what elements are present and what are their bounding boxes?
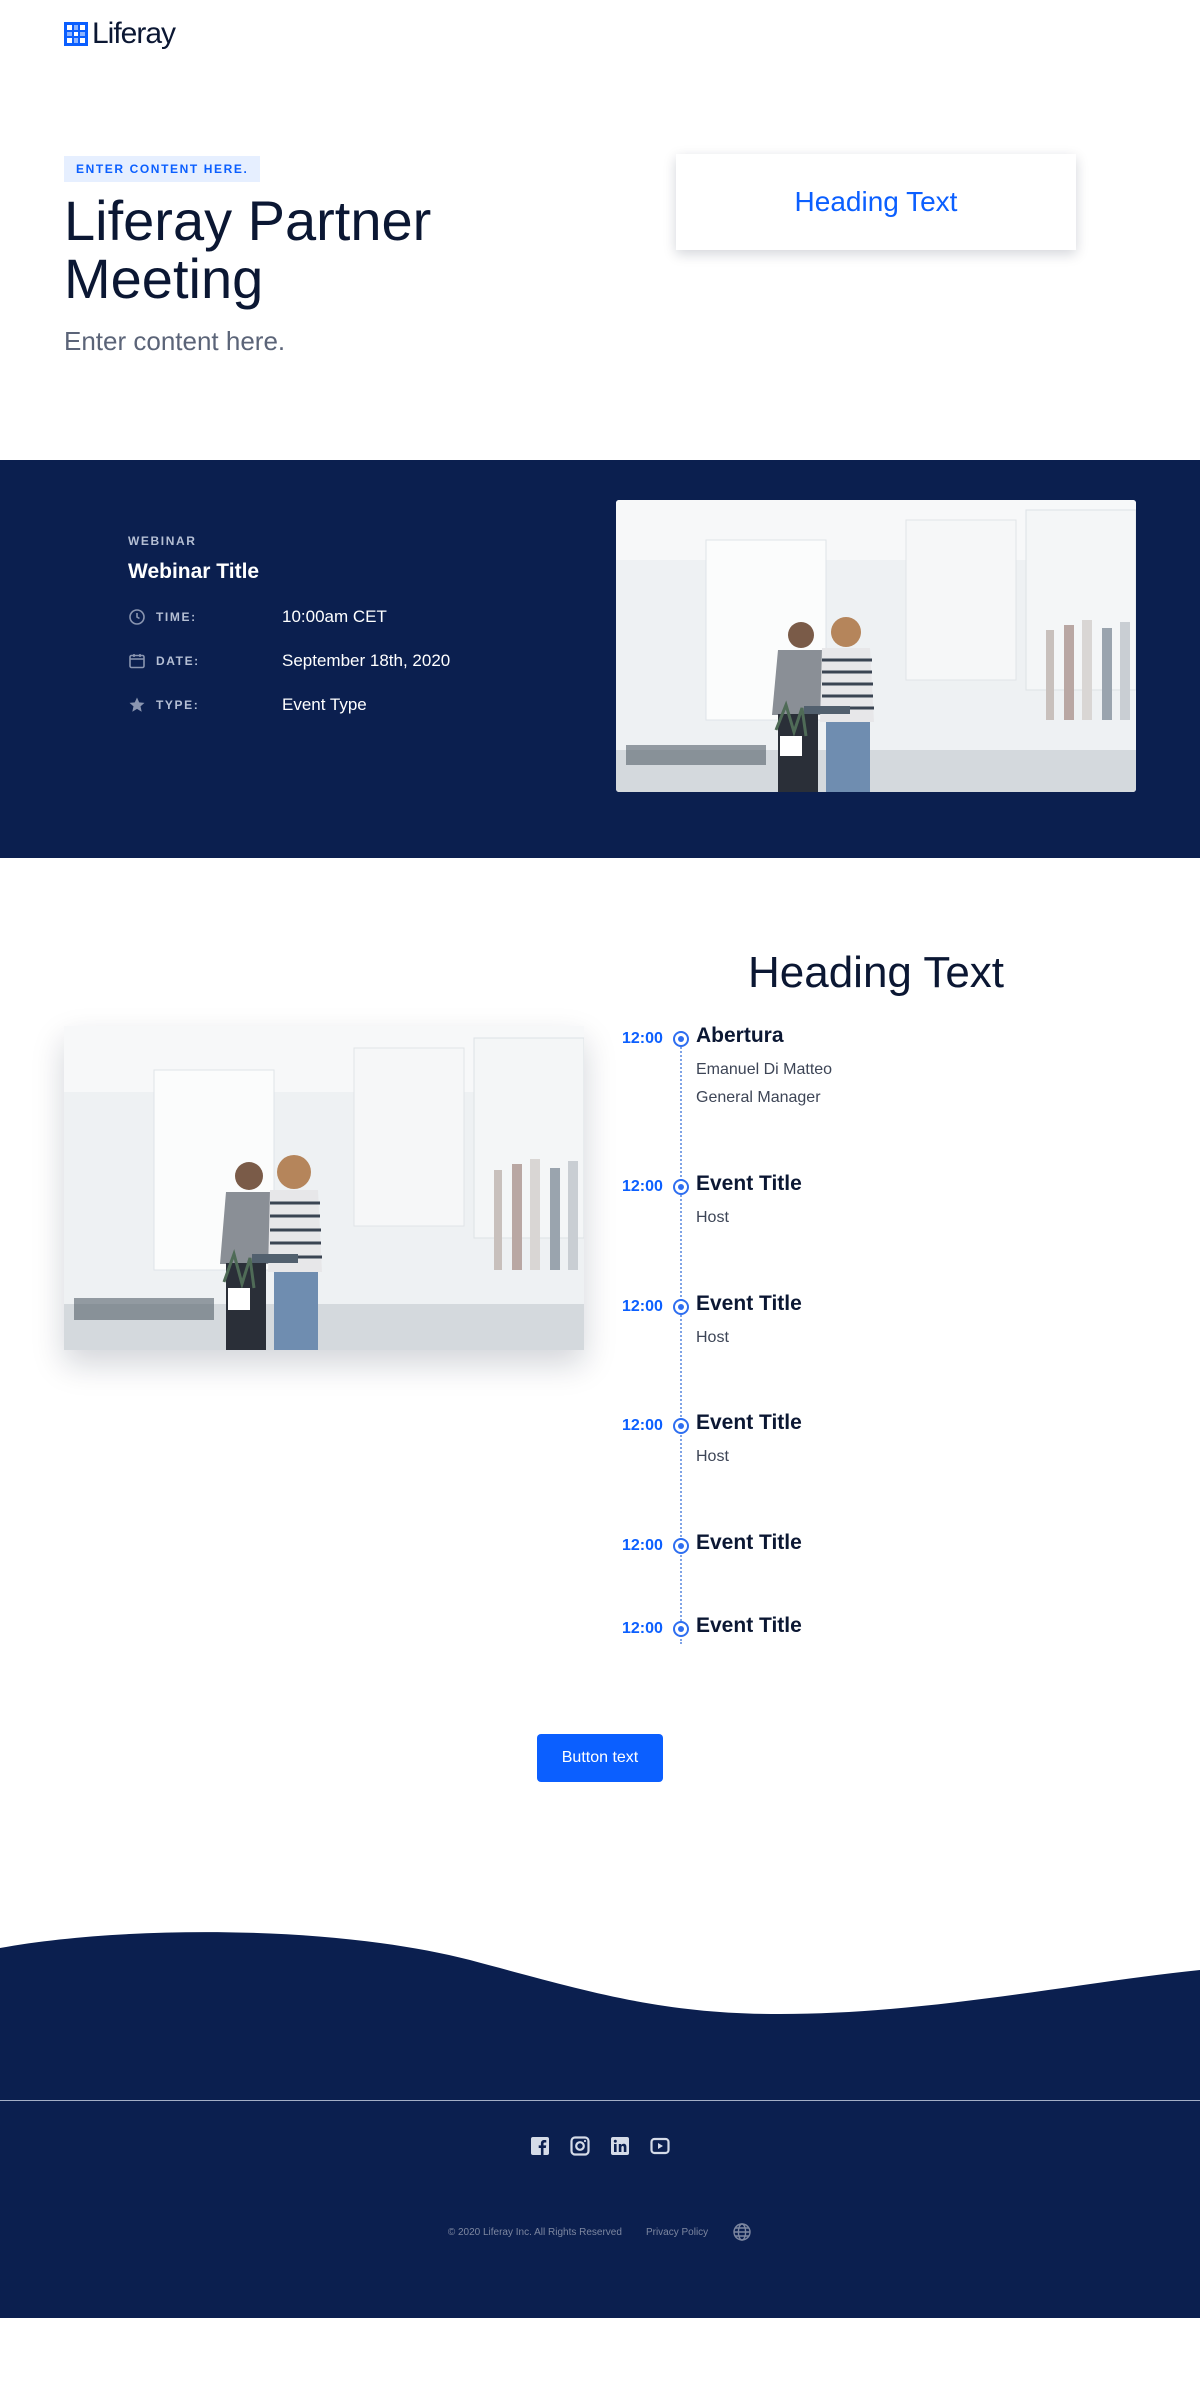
- webinar-time-row: TIME: 10:00am CET: [128, 606, 450, 628]
- agenda-title: Event Title: [696, 1411, 802, 1434]
- page-title: Liferay Partner Meeting: [64, 189, 432, 310]
- globe-icon[interactable]: [732, 2222, 752, 2242]
- webinar-date-row: DATE: September 18th, 2020: [128, 650, 450, 672]
- footer-legal: © 2020 Liferay Inc. All Rights Reserved …: [0, 2222, 1200, 2242]
- agenda-title: Event Title: [696, 1614, 802, 1637]
- hero-section: ENTER CONTENT HERE. Liferay Partner Meet…: [64, 156, 584, 357]
- site-footer: © 2020 Liferay Inc. All Rights Reserved …: [0, 2100, 1200, 2318]
- agenda-host: Host: [696, 1209, 729, 1226]
- time-label: TIME:: [156, 610, 197, 624]
- webinar-label: WEBINAR: [128, 534, 197, 548]
- timeline-dot-icon: [673, 1179, 689, 1195]
- webinar-type-row: TYPE: Event Type: [128, 694, 450, 716]
- instagram-icon[interactable]: [570, 2136, 590, 2156]
- agenda-time: 12:00: [622, 1030, 663, 1047]
- webinar-title: Webinar Title: [128, 560, 260, 583]
- footer-wave: [0, 1932, 1200, 2104]
- hero-eyebrow: ENTER CONTENT HERE.: [64, 156, 261, 182]
- agenda-title: Event Title: [696, 1172, 802, 1195]
- liferay-logo-icon[interactable]: [64, 22, 88, 46]
- logo-text[interactable]: Liferay: [92, 17, 176, 51]
- hero-card: Heading Text: [676, 154, 1076, 250]
- webinar-details: WEBINAR Webinar Title TIME: 10:00am CET …: [128, 534, 450, 716]
- agenda-title: Abertura: [696, 1024, 784, 1047]
- facebook-icon[interactable]: [530, 2136, 550, 2156]
- agenda-title: Event Title: [696, 1292, 802, 1315]
- agenda-title: Event Title: [696, 1531, 802, 1554]
- time-value: 10:00am CET: [282, 607, 387, 626]
- calendar-icon: [128, 652, 146, 670]
- date-label: DATE:: [156, 654, 200, 668]
- agenda-time: 12:00: [622, 1178, 663, 1195]
- agenda-time: 12:00: [622, 1298, 663, 1315]
- agenda-time: 12:00: [622, 1620, 663, 1637]
- agenda-speaker-role: General Manager: [696, 1089, 821, 1106]
- date-value: September 18th, 2020: [282, 651, 451, 670]
- agenda-time: 12:00: [622, 1537, 663, 1554]
- timeline-dot-icon: [673, 1621, 689, 1637]
- agenda-host: Host: [696, 1329, 729, 1346]
- agenda-photo: [64, 1026, 584, 1350]
- social-links: [0, 2136, 1200, 2156]
- site-header: Liferay: [64, 14, 176, 54]
- youtube-icon[interactable]: [650, 2136, 670, 2156]
- timeline-dot-icon: [673, 1299, 689, 1315]
- timeline-dot-icon: [673, 1538, 689, 1554]
- hero-card-heading: Heading Text: [794, 186, 958, 217]
- webinar-photo: [616, 500, 1136, 792]
- privacy-policy-link[interactable]: Privacy Policy: [646, 2227, 708, 2238]
- type-value: Event Type: [282, 695, 367, 714]
- linkedin-icon[interactable]: [610, 2136, 630, 2156]
- footer-divider: [0, 2100, 1200, 2101]
- timeline-dot-icon: [673, 1418, 689, 1434]
- type-label: TYPE:: [156, 698, 200, 712]
- agenda-heading: Heading Text: [747, 948, 1005, 997]
- agenda-time: 12:00: [622, 1417, 663, 1434]
- copyright-text: © 2020 Liferay Inc. All Rights Reserved: [447, 2226, 622, 2238]
- clock-icon: [128, 608, 146, 626]
- star-icon: [128, 696, 146, 714]
- cta-button[interactable]: Button text: [537, 1734, 663, 1782]
- agenda-speaker: Emanuel Di Matteo: [696, 1061, 833, 1078]
- agenda-host: Host: [696, 1448, 729, 1465]
- timeline-dot-icon: [673, 1031, 689, 1047]
- webinar-section: WEBINAR Webinar Title TIME: 10:00am CET …: [0, 460, 1200, 858]
- hero-subtitle: Enter content here.: [64, 326, 286, 356]
